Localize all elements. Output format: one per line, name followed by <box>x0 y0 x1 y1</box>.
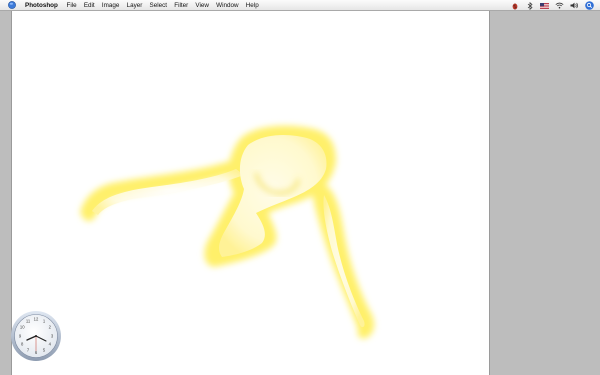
menu-select[interactable]: Select <box>146 0 171 11</box>
flag-icon[interactable] <box>540 1 549 10</box>
clock-numeral-10: 10 <box>20 325 25 330</box>
menu-bar: Photoshop File Edit Image Layer Select F… <box>0 0 600 11</box>
bug-icon[interactable] <box>510 1 519 10</box>
wifi-icon[interactable] <box>555 1 564 10</box>
clock-center <box>35 335 37 337</box>
bluetooth-icon[interactable] <box>525 1 534 10</box>
figure-artwork <box>80 125 375 339</box>
menu-window[interactable]: Window <box>213 0 243 11</box>
menu-filter[interactable]: Filter <box>171 0 192 11</box>
document-canvas[interactable] <box>11 11 490 375</box>
menu-file[interactable]: File <box>63 0 80 11</box>
menu-extras <box>510 0 594 11</box>
apple-menu-icon[interactable] <box>8 1 16 9</box>
clock-numeral-11: 11 <box>26 319 31 324</box>
menu-edit[interactable]: Edit <box>80 0 98 11</box>
spotlight-icon[interactable] <box>585 1 594 10</box>
menu-app-photoshop[interactable]: Photoshop <box>20 0 63 11</box>
menu-image[interactable]: Image <box>98 0 123 11</box>
menu-layer[interactable]: Layer <box>123 0 146 11</box>
clock-widget[interactable]: 12 1 2 3 4 5 6 7 8 9 10 11 <box>10 310 62 362</box>
volume-icon[interactable] <box>570 1 579 10</box>
menu-view[interactable]: View <box>192 0 213 11</box>
menu-help[interactable]: Help <box>242 0 262 11</box>
clock-numeral-12: 12 <box>34 317 39 322</box>
